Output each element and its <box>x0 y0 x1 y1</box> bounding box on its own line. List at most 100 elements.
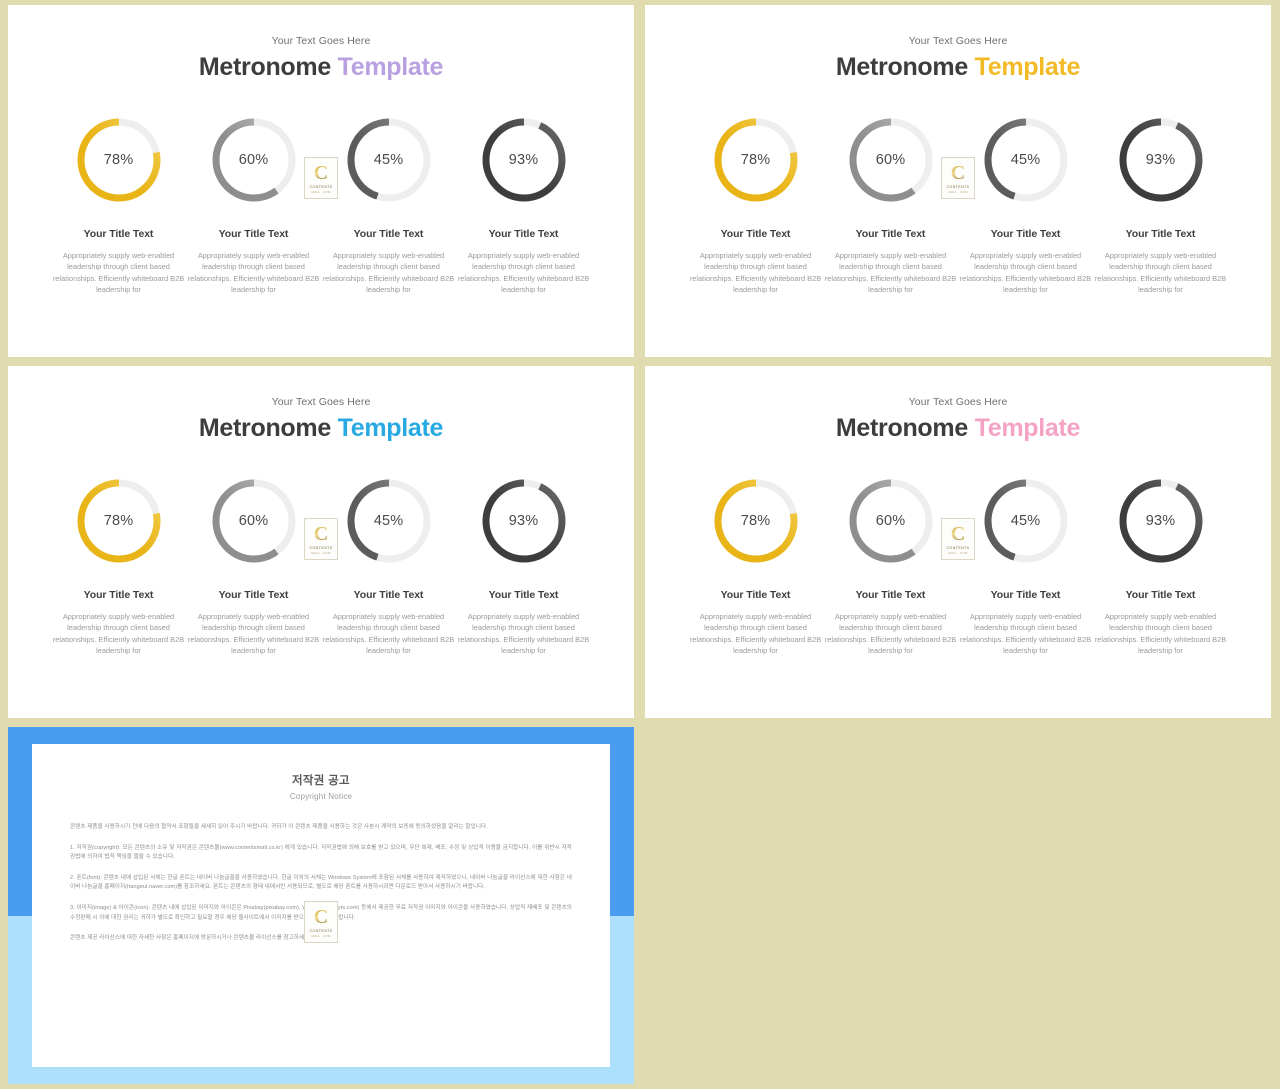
copyright-paragraph-3: 2. 폰트(font): 콘텐츠 내에 삽입된 서체는 한글 폰트는 네이버 나… <box>70 874 572 891</box>
item-description: Appropriately supply web-enabled leaders… <box>457 251 590 294</box>
donut-item-1[interactable]: 78% Your Title Text Appropriately supply w… <box>51 475 186 656</box>
donut-gauge: 93% <box>478 114 570 206</box>
page-title: Metronome Template <box>8 414 634 443</box>
watermark-logo: C CONTENTS MALL . COM <box>304 518 338 560</box>
slide-eyebrow: Your Text Goes Here <box>271 35 371 47</box>
watermark-line1: CONTENTS <box>946 545 970 550</box>
donut-gauge: 93% <box>478 475 570 567</box>
slide-panel-2[interactable]: Your Text Goes Here Metronome Template 7… <box>645 5 1271 357</box>
watermark-monogram-icon: C <box>950 161 966 184</box>
item-description: Appropriately supply web-enabled leaders… <box>52 251 185 294</box>
donut-value-label: 45% <box>1010 152 1041 168</box>
headline-primary: Metronome <box>835 53 968 81</box>
donut-value-label: 93% <box>508 513 539 529</box>
donut-gauge: 60% <box>845 475 937 567</box>
headline-primary: Metronome <box>835 414 968 442</box>
donut-value-label: 60% <box>875 513 906 529</box>
donut-item-2[interactable]: 60% Your Title Text Appropriately supply w… <box>823 475 958 656</box>
donut-chart-row: 78% Your Title Text Appropriately supply w… <box>645 475 1271 656</box>
donut-item-1[interactable]: 78% Your Title Text Appropriately supply w… <box>51 114 186 295</box>
slide-deck-canvas: Your Text Goes Here Metronome Template 7… <box>0 0 1280 1089</box>
item-title: Your Title Text <box>855 228 926 240</box>
donut-value-label: 45% <box>1010 513 1041 529</box>
donut-gauge: 45% <box>980 114 1072 206</box>
item-title: Your Title Text <box>990 228 1061 240</box>
watermark-monogram-icon: C <box>313 522 329 545</box>
item-description: Appropriately supply web-enabled leaders… <box>187 612 320 655</box>
donut-gauge: 78% <box>73 114 165 206</box>
donut-value-label: 78% <box>740 152 771 168</box>
donut-chart-row: 78% Your Title Text Appropriately supply w… <box>8 475 634 656</box>
slide-panel-4[interactable]: Your Text Goes Here Metronome Template 7… <box>645 366 1271 718</box>
donut-value-label: 93% <box>508 152 539 168</box>
watermark-line2: MALL . COM <box>948 550 968 555</box>
headline-accent: Template <box>337 414 444 442</box>
donut-gauge: 93% <box>1115 114 1207 206</box>
donut-value-label: 60% <box>238 513 269 529</box>
donut-item-1[interactable]: 78% Your Title Text Appropriately supply w… <box>688 114 823 295</box>
donut-gauge: 78% <box>710 475 802 567</box>
watermark-line1: CONTENTS <box>946 184 970 189</box>
donut-value-label: 60% <box>875 152 906 168</box>
watermark-line1: CONTENTS <box>309 184 333 189</box>
slide-panel-copyright[interactable]: 저작권 공고 Copyright Notice 콘텐츠 제품을 사용하시기 전에… <box>8 727 634 1084</box>
donut-value-label: 78% <box>103 513 134 529</box>
donut-item-2[interactable]: 60% Your Title Text Appropriately supply w… <box>186 475 321 656</box>
slide-panel-3[interactable]: Your Text Goes Here Metronome Template 7… <box>8 366 634 718</box>
donut-item-4[interactable]: 93% Your Title Text Appropriately supply w… <box>456 114 591 295</box>
donut-value-label: 45% <box>373 152 404 168</box>
watermark-logo: C CONTENTS MALL . COM <box>941 157 975 199</box>
donut-gauge: 45% <box>343 114 435 206</box>
watermark-logo: C CONTENTS MALL . COM <box>941 518 975 560</box>
item-description: Appropriately supply web-enabled leaders… <box>824 251 957 294</box>
watermark-logo: C CONTENTS MALL . COM <box>304 157 338 199</box>
watermark-line2: MALL . COM <box>311 189 331 194</box>
copyright-title-en: Copyright Notice <box>289 792 353 801</box>
donut-item-4[interactable]: 93% Your Title Text Appropriately supply w… <box>456 475 591 656</box>
item-description: Appropriately supply web-enabled leaders… <box>1094 251 1227 294</box>
donut-item-3[interactable]: 45% Your Title Text Appropriately supply w… <box>321 114 456 295</box>
item-title: Your Title Text <box>218 228 289 240</box>
donut-value-label: 78% <box>103 152 134 168</box>
donut-item-3[interactable]: 45% Your Title Text Appropriately supply w… <box>321 475 456 656</box>
slide-eyebrow: Your Text Goes Here <box>908 35 1008 47</box>
watermark-line2: MALL . COM <box>948 189 968 194</box>
donut-gauge: 45% <box>980 475 1072 567</box>
donut-gauge: 60% <box>208 475 300 567</box>
donut-chart-row: 78% Your Title Text Appropriately supply w… <box>645 114 1271 295</box>
donut-item-3[interactable]: 45% Your Title Text Appropriately supply w… <box>958 475 1093 656</box>
donut-value-label: 93% <box>1145 152 1176 168</box>
watermark-monogram-icon: C <box>313 905 329 928</box>
item-title: Your Title Text <box>218 589 289 601</box>
item-title: Your Title Text <box>855 589 926 601</box>
page-title: Metronome Template <box>8 53 634 82</box>
copyright-title-ko: 저작권 공고 <box>292 775 350 787</box>
watermark-logo: C CONTENTS MALL . COM <box>304 901 338 943</box>
headline-primary: Metronome <box>198 53 331 81</box>
item-title: Your Title Text <box>488 228 559 240</box>
donut-item-2[interactable]: 60% Your Title Text Appropriately supply w… <box>186 114 321 295</box>
donut-item-1[interactable]: 78% Your Title Text Appropriately supply w… <box>688 475 823 656</box>
donut-chart-row: 78% Your Title Text Appropriately supply w… <box>8 114 634 295</box>
item-description: Appropriately supply web-enabled leaders… <box>1094 612 1227 655</box>
copyright-paragraph-1: 콘텐츠 제품을 사용하시기 전에 다음의 협약서 조항들을 세세히 읽어 주시기… <box>70 824 488 830</box>
slide-panel-1[interactable]: Your Text Goes Here Metronome Template 7… <box>8 5 634 357</box>
item-title: Your Title Text <box>488 589 559 601</box>
donut-gauge: 45% <box>343 475 435 567</box>
item-title: Your Title Text <box>353 589 424 601</box>
donut-gauge: 78% <box>710 114 802 206</box>
copyright-paragraph-2: 1. 저작권(copyright): 모든 콘텐츠의 소유 및 저작권은 콘텐츠… <box>70 844 572 861</box>
item-description: Appropriately supply web-enabled leaders… <box>457 612 590 655</box>
donut-value-label: 60% <box>238 152 269 168</box>
watermark-line1: CONTENTS <box>309 545 333 550</box>
donut-item-4[interactable]: 93% Your Title Text Appropriately supply w… <box>1093 475 1228 656</box>
donut-item-4[interactable]: 93% Your Title Text Appropriately supply w… <box>1093 114 1228 295</box>
item-title: Your Title Text <box>720 228 791 240</box>
donut-gauge: 78% <box>73 475 165 567</box>
donut-item-3[interactable]: 45% Your Title Text Appropriately supply w… <box>958 114 1093 295</box>
item-description: Appropriately supply web-enabled leaders… <box>689 251 822 294</box>
page-title: Metronome Template <box>645 414 1271 443</box>
donut-item-2[interactable]: 60% Your Title Text Appropriately supply w… <box>823 114 958 295</box>
item-title: Your Title Text <box>83 589 154 601</box>
watermark-monogram-icon: C <box>950 522 966 545</box>
